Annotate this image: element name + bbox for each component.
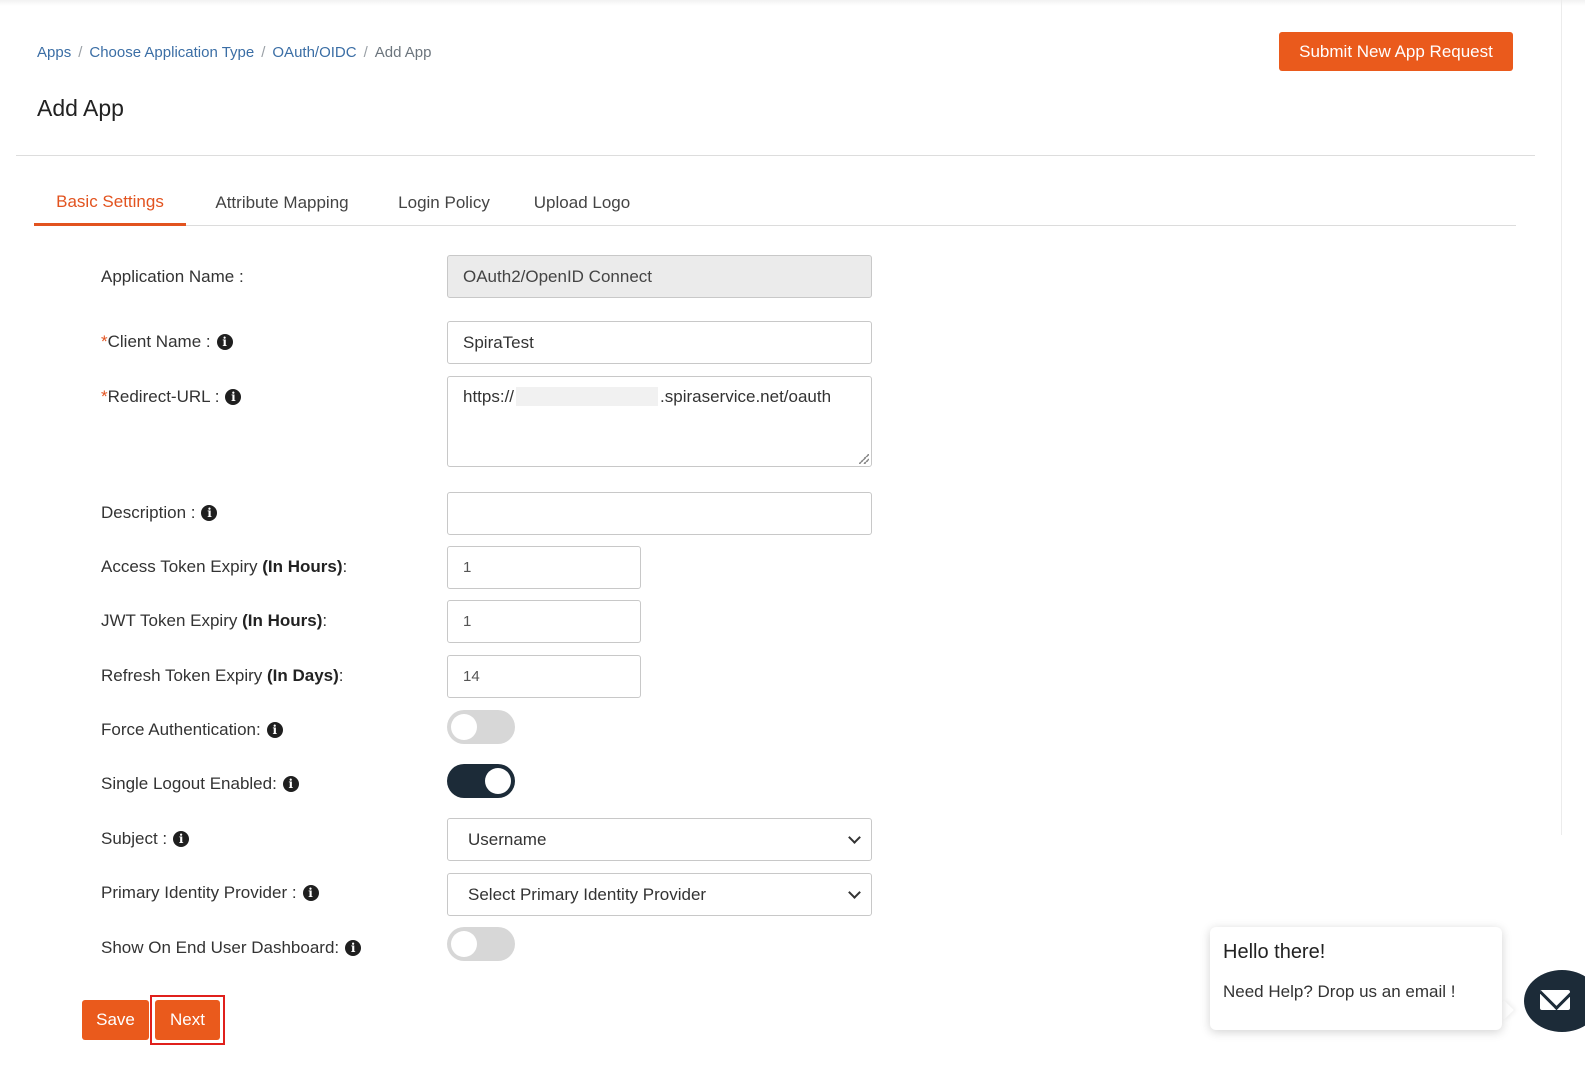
tab-upload-logo[interactable]: Upload Logo (528, 180, 636, 226)
submit-new-app-request-button[interactable]: Submit New App Request (1279, 32, 1513, 71)
single-logout-toggle[interactable] (447, 764, 515, 798)
scrollbar-track (1561, 0, 1562, 835)
page-title: Add App (37, 95, 124, 121)
access-token-expiry-label: Access Token Expiry (In Hours): (101, 555, 347, 579)
description-label: Description : i (101, 501, 218, 525)
client-name-label-text: Client Name : (107, 332, 211, 351)
single-logout-label-text: Single Logout Enabled: (101, 774, 277, 793)
breadcrumb-oauth-oidc[interactable]: OAuth/OIDC (272, 44, 356, 61)
info-icon[interactable]: i (225, 389, 242, 405)
redirect-url-label-text: Redirect-URL : (107, 387, 220, 406)
single-logout-label: Single Logout Enabled: i (101, 772, 299, 796)
refresh-token-expiry-input[interactable]: 14 (447, 655, 641, 698)
description-label-text: Description : (101, 503, 196, 522)
breadcrumb-choose-application-type[interactable]: Choose Application Type (89, 44, 254, 61)
chat-popup[interactable]: Hello there! Need Help? Drop us an email… (1210, 927, 1502, 1030)
info-icon[interactable]: i (173, 831, 190, 847)
refresh-token-expiry-label-text: Refresh Token Expiry (101, 666, 267, 685)
client-name-input[interactable]: SpiraTest (447, 321, 872, 364)
client-name-value: SpiraTest (463, 332, 534, 352)
required-marker: * (101, 332, 108, 351)
chevron-down-icon (848, 830, 861, 844)
info-icon[interactable]: i (282, 776, 299, 792)
save-button[interactable]: Save (82, 1000, 149, 1040)
access-token-expiry-value: 1 (463, 559, 472, 576)
toggle-knob (451, 931, 477, 957)
chat-launcher-button[interactable] (1524, 970, 1585, 1032)
resize-handle-icon[interactable] (859, 454, 869, 464)
tab-bar: Basic Settings Attribute Mapping Login P… (34, 180, 1516, 226)
toggle-knob (451, 714, 477, 740)
label-colon: : (322, 611, 328, 630)
jwt-token-expiry-unit: (In Hours) (242, 611, 323, 630)
subject-label-text: Subject : (101, 829, 168, 848)
tab-login-policy[interactable]: Login Policy (392, 180, 496, 226)
chat-greeting: Hello there! (1223, 941, 1326, 963)
access-token-expiry-unit: (In Hours) (262, 557, 343, 576)
mail-icon (1540, 990, 1570, 1010)
access-token-expiry-input[interactable]: 1 (447, 546, 641, 589)
breadcrumb-separator: / (261, 44, 266, 61)
top-shadow (0, 0, 1585, 6)
next-button[interactable]: Next (155, 1000, 220, 1040)
tab-basic-settings[interactable]: Basic Settings (34, 180, 186, 226)
subject-label: Subject : i (101, 827, 190, 851)
redirect-url-textarea[interactable]: https:// .spiraservice.net/oauth (447, 376, 872, 467)
chevron-down-icon (848, 885, 861, 899)
breadcrumb-separator: / (78, 44, 83, 61)
redirect-url-suffix: .spiraservice.net/oauth (660, 387, 832, 406)
breadcrumb-separator: / (363, 44, 368, 61)
subject-select[interactable]: Username (447, 818, 872, 861)
breadcrumb: Apps / Choose Application Type / OAuth/O… (37, 44, 431, 61)
info-icon[interactable]: i (216, 334, 233, 350)
breadcrumb-apps[interactable]: Apps (37, 44, 71, 61)
toggle-knob (485, 768, 511, 794)
show-on-dashboard-label-text: Show On End User Dashboard: (101, 938, 340, 957)
tab-attribute-mapping[interactable]: Attribute Mapping (204, 180, 360, 226)
redirect-url-label: * Redirect-URL : i (101, 385, 242, 409)
client-name-label: * Client Name : i (101, 330, 233, 354)
refresh-token-expiry-value: 14 (463, 668, 480, 685)
jwt-token-expiry-value: 1 (463, 613, 472, 630)
primary-idp-select[interactable]: Select Primary Identity Provider (447, 873, 872, 916)
refresh-token-expiry-label: Refresh Token Expiry (In Days): (101, 664, 344, 688)
jwt-token-expiry-input[interactable]: 1 (447, 600, 641, 643)
label-colon: : (338, 666, 344, 685)
force-authentication-label: Force Authentication: i (101, 718, 283, 742)
info-icon[interactable]: i (302, 885, 319, 901)
breadcrumb-current: Add App (374, 44, 432, 61)
chat-message: Need Help? Drop us an email ! (1223, 982, 1456, 1001)
force-authentication-label-text: Force Authentication: (101, 720, 261, 739)
label-colon: : (342, 557, 348, 576)
application-name-field: OAuth2/OpenID Connect (447, 255, 872, 298)
application-name-label: Application Name : (101, 265, 244, 289)
primary-idp-label: Primary Identity Provider : i (101, 881, 319, 905)
primary-idp-label-text: Primary Identity Provider : (101, 883, 297, 902)
header-divider (16, 155, 1535, 156)
access-token-expiry-label-text: Access Token Expiry (101, 557, 263, 576)
info-icon[interactable]: i (201, 505, 218, 521)
jwt-token-expiry-label-text: JWT Token Expiry (101, 611, 243, 630)
description-input[interactable] (447, 492, 872, 535)
application-name-label-text: Application Name : (101, 267, 244, 286)
jwt-token-expiry-label: JWT Token Expiry (In Hours): (101, 609, 327, 633)
redirect-url-prefix: https:// (463, 387, 515, 406)
info-icon[interactable]: i (345, 940, 362, 956)
subject-selected-value: Username (468, 829, 547, 849)
show-on-dashboard-toggle[interactable] (447, 927, 515, 961)
redacted-area (516, 387, 659, 406)
primary-idp-selected-value: Select Primary Identity Provider (468, 884, 707, 904)
show-on-dashboard-label: Show On End User Dashboard: i (101, 936, 362, 960)
refresh-token-expiry-unit: (In Days) (266, 666, 339, 685)
force-authentication-toggle[interactable] (447, 710, 515, 744)
application-name-value: OAuth2/OpenID Connect (463, 266, 653, 286)
info-icon[interactable]: i (266, 722, 283, 738)
required-marker: * (101, 387, 108, 406)
